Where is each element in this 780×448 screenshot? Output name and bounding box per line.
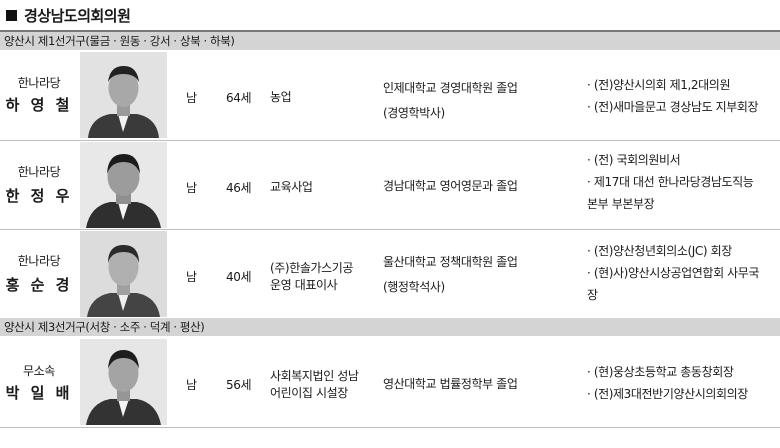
candidate-row: 한나라당 하 영 철 남 64세 농업 인제대학교 경영대학원 졸업 (경영학박…: [0, 50, 780, 140]
career-line: · (전)양산시의회 제1,2대의원: [587, 78, 731, 92]
candidate-name: 하 영 철: [5, 96, 73, 114]
candidate-name: 한 정 우: [5, 187, 73, 205]
career-line: 본부 부본부장: [587, 197, 655, 211]
gender: 남: [186, 91, 197, 105]
education-line: 울산대학교 정책대학원 졸업: [383, 255, 518, 269]
district-header: 양산시 제1선거구(물금 · 원동 · 강서 · 상북 · 하북): [0, 32, 780, 50]
gender: 남: [186, 378, 197, 392]
career-line: · (전)새마을문고 경상남도 지부회장: [587, 100, 759, 114]
candidate-photo: [80, 339, 167, 425]
party-label: 한나라당: [17, 165, 61, 179]
party-label: 한나라당: [17, 76, 61, 90]
candidate-row: 무소속 박 일 배 남 56세 사회복지법인 성남 어린이집 시설장 영산대학교…: [0, 337, 780, 427]
education-line: 인제대학교 경영대학원 졸업: [383, 81, 518, 95]
divider: [0, 427, 780, 428]
candidate-photo: [80, 142, 167, 228]
education-line: 경남대학교 영어영문과 졸업: [383, 179, 518, 193]
age: 56세: [226, 378, 252, 392]
occupation: 사회복지법인 성남: [270, 369, 359, 383]
party-label: 무소속: [23, 364, 55, 378]
education-line: (경영학박사): [383, 106, 445, 120]
candidate-photo: [80, 52, 167, 138]
career-line: · 제17대 대선 한나라당경남도직능: [587, 175, 754, 189]
occupation: 운영 대표이사: [270, 278, 338, 292]
age: 46세: [226, 181, 252, 195]
page-title-text: 경상남도의회의원: [24, 6, 131, 25]
career-line: · (현)웅상초등학교 총동창회장: [587, 365, 734, 379]
career-line: · (현)사)양산시상공업연합회 사무국: [587, 266, 760, 280]
party-label: 한나라당: [17, 254, 61, 268]
occupation: (주)한솔가스기공: [270, 261, 354, 275]
occupation: 어린이집 시설장: [270, 386, 348, 400]
age: 40세: [226, 270, 252, 284]
career-line: · (전)양산청년회의소(JC) 회장: [587, 244, 732, 258]
title-bullet-icon: [6, 9, 17, 21]
career-line: · (전)제3대전반기양산시의회의장: [587, 387, 748, 401]
candidate-row: 한나라당 홍 순 경 남 40세 (주)한솔가스기공 운영 대표이사 울산대학교…: [0, 230, 780, 318]
occupation: 교육사업: [270, 180, 313, 194]
career-line: · (전) 국회의원비서: [587, 153, 681, 167]
gender: 남: [186, 181, 197, 195]
candidate-name: 박 일 배: [5, 384, 73, 402]
candidate-name: 홍 순 경: [5, 276, 73, 294]
page-title: 경상남도의회의원: [6, 4, 131, 26]
candidate-row: 한나라당 한 정 우 남 46세 교육사업 경남대학교 영어영문과 졸업 · (…: [0, 141, 780, 229]
district-header: 양산시 제3선거구(서창 · 소주 · 덕계 · 평산): [0, 318, 780, 336]
education-line: (행정학석사): [383, 280, 445, 294]
age: 64세: [226, 91, 252, 105]
gender: 남: [186, 270, 197, 284]
occupation: 농업: [270, 90, 292, 104]
candidate-photo: [80, 231, 167, 317]
career-line: 장: [587, 288, 598, 302]
education-line: 영산대학교 법률정학부 졸업: [383, 377, 518, 391]
